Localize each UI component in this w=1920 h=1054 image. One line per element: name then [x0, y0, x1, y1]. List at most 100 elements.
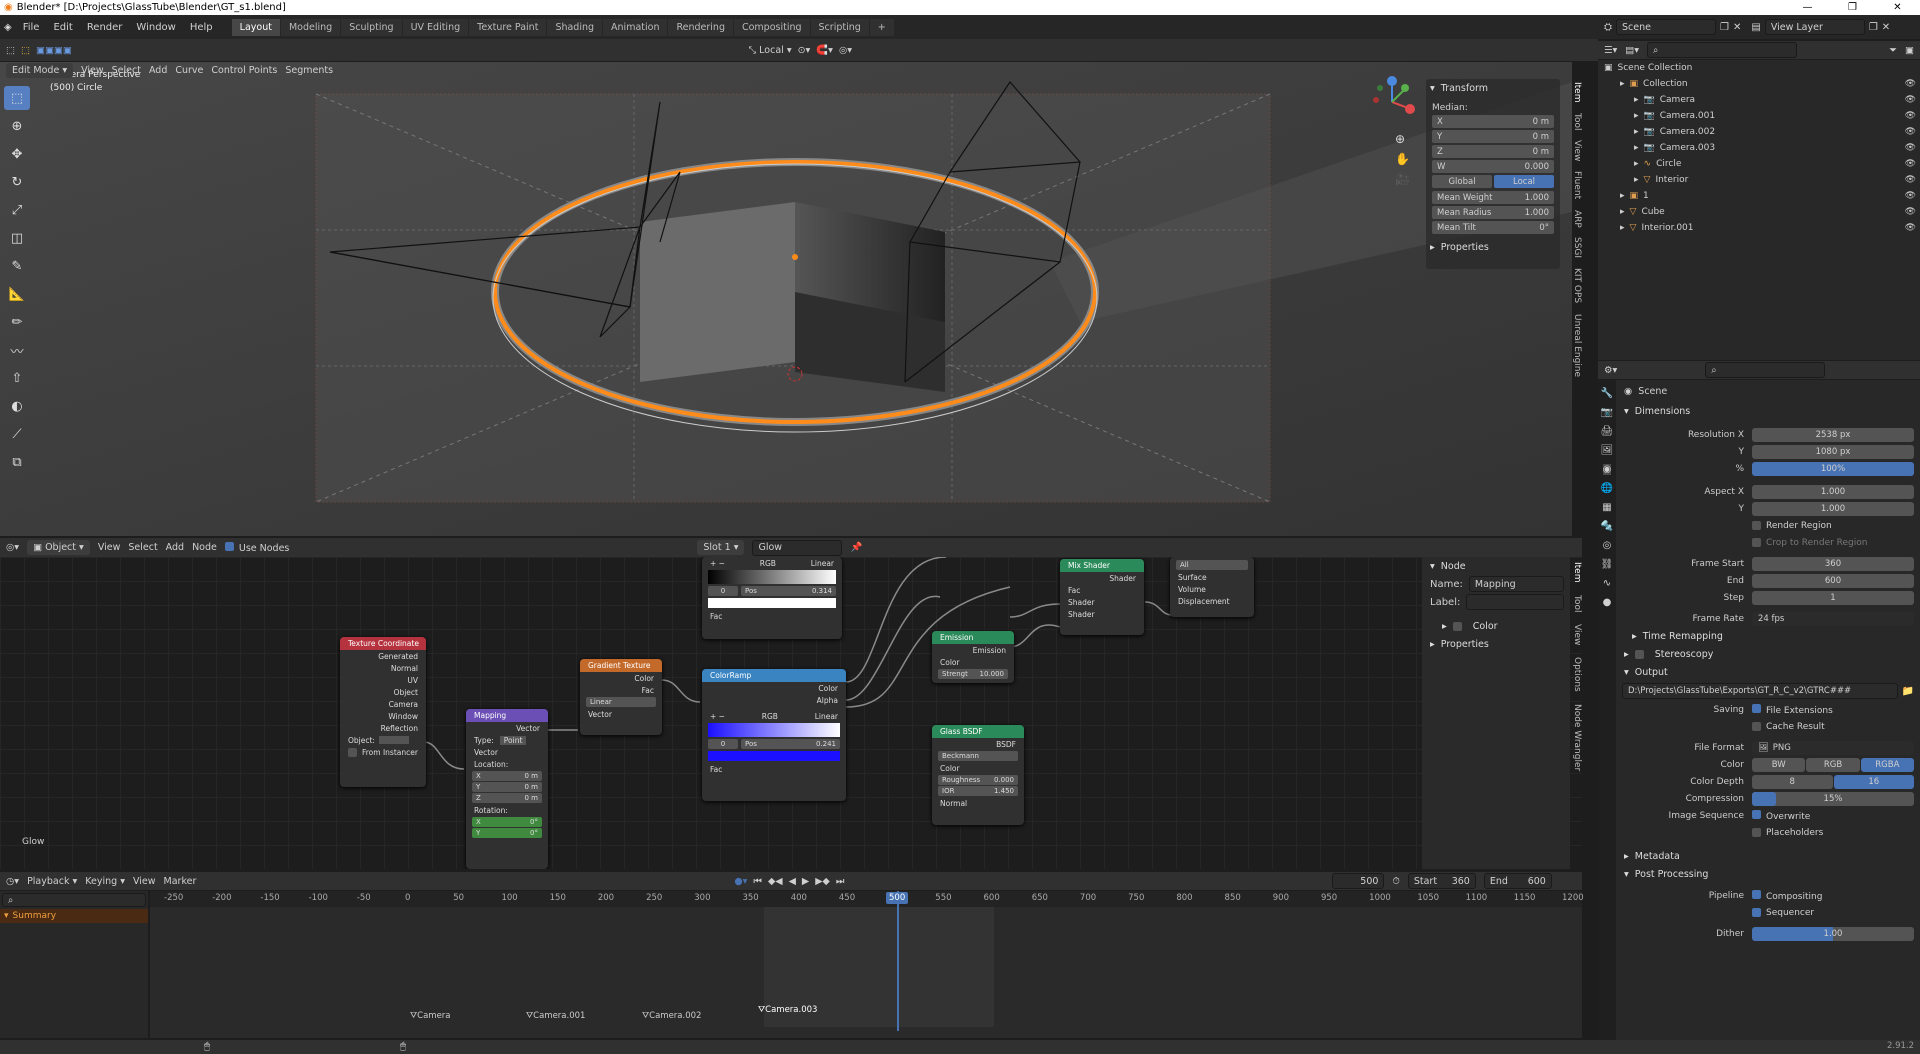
expand-arrow-icon[interactable]: ▸ — [1620, 207, 1625, 217]
jump-end-icon[interactable]: ⏭ — [836, 876, 845, 887]
expand-arrow-icon[interactable]: ▸ — [1620, 223, 1625, 233]
properties-panel-header[interactable]: ▸ Properties — [1426, 238, 1560, 256]
viewport-menu-curve[interactable]: Curve — [175, 65, 203, 76]
expand-arrow-icon[interactable]: ▸ — [1634, 95, 1639, 105]
display-mode-icon[interactable]: ▤▾ — [1625, 45, 1639, 56]
compositing-checkbox[interactable]: Compositing — [1752, 889, 1822, 902]
visibility-eye-icon[interactable]: 👁 — [1905, 127, 1916, 137]
restore-icon[interactable]: ❐ — [1830, 2, 1875, 13]
metadata-header[interactable]: ▸ Metadata — [1616, 847, 1920, 865]
cache-result-checkbox[interactable]: Cache Result — [1616, 718, 1920, 735]
socket-fac-in[interactable]: Fac — [702, 763, 846, 775]
socket-normal[interactable]: Normal — [340, 662, 426, 674]
pen-tool-icon[interactable]: 〰 — [4, 338, 30, 362]
slot-dropdown[interactable]: Slot 1 ▾ — [697, 540, 745, 555]
data-tab-icon[interactable]: ∿ — [1603, 578, 1611, 589]
socket-vector-in[interactable]: Vector — [580, 708, 662, 720]
viewport-menu-view[interactable]: View — [81, 65, 104, 76]
socket-displacement-in[interactable]: Displacement — [1170, 595, 1254, 607]
new-collection-icon[interactable]: ▣ — [1905, 45, 1914, 56]
mix-shader-node[interactable]: Mix Shader Shader Fac Shader Shader — [1060, 559, 1144, 635]
pivot-icon[interactable]: ⊙▾ — [798, 45, 811, 56]
node-label-field[interactable] — [1466, 594, 1564, 610]
node-color-toggle[interactable]: ▸ Color — [1422, 617, 1570, 635]
mapping-node[interactable]: Mapping Vector Type: Point Vector Locatio… — [466, 709, 548, 869]
placeholders-checkbox[interactable]: Placeholders — [1616, 824, 1920, 841]
modifier-tab-icon[interactable]: 🔩 — [1601, 521, 1613, 532]
rot-y-field[interactable]: Y 0° — [472, 828, 542, 838]
view-layer-selector[interactable]: View Layer — [1764, 19, 1865, 35]
select-tool-icon[interactable]: ⬚ — [4, 86, 30, 110]
socket-uv[interactable]: UV — [340, 674, 426, 686]
color-rgb-button[interactable]: RGB — [1806, 757, 1860, 772]
ramp1-interp-dropdown[interactable]: Linear — [811, 559, 834, 568]
frame-ruler[interactable]: -250 -200 -150 -100 -50 0 50 100 150 200 250 300 350… — [150, 891, 1584, 907]
gradient-texture-node[interactable]: Gradient Texture Color Fac Linear Vector — [580, 659, 662, 735]
material-tab-icon[interactable]: ● — [1603, 597, 1612, 608]
menu-window[interactable]: Window — [129, 22, 182, 33]
from-instancer-checkbox[interactable]: From Instancer — [340, 746, 426, 758]
socket-generated[interactable]: Generated — [340, 650, 426, 662]
material-output-node[interactable]: All Surface Volume Displacement — [1170, 557, 1254, 617]
tab-view[interactable]: View — [1568, 140, 1582, 161]
outliner-item[interactable]: ▸ ▣ 1 👁 — [1598, 188, 1920, 204]
ramp1-mode-dropdown[interactable]: RGB — [760, 559, 776, 568]
output-tab-icon[interactable]: 🖨 — [1601, 426, 1614, 437]
marker-camera-001[interactable]: ⛛Camera.001 — [526, 1011, 585, 1021]
scene-selector[interactable]: Scene — [1616, 19, 1716, 35]
tab-shading[interactable]: Shading — [547, 18, 603, 36]
play-icon[interactable]: ▶ — [802, 876, 809, 887]
overwrite-checkbox[interactable]: Overwrite — [1752, 809, 1810, 822]
timeline-menu-keying[interactable]: Keying ▾ — [85, 876, 125, 887]
filter-icon[interactable]: ⏷ — [1889, 45, 1897, 56]
outliner-item[interactable]: ▸ ▣ Collection 👁 — [1598, 76, 1920, 92]
roughness-field[interactable]: Roughness 0.000 — [938, 775, 1018, 785]
crop-region-checkbox[interactable]: Crop to Render Region — [1616, 534, 1920, 551]
output-path-field[interactable]: D:\Projects\GlassTube\Exports\GT_R_C_v2\… — [1622, 683, 1898, 699]
socket-shader-in-2[interactable]: Shader — [1060, 608, 1144, 620]
file-format-dropdown[interactable]: 🖼 PNG — [1752, 740, 1914, 755]
tab-unreal-engine[interactable]: Unreal Engine — [1568, 314, 1582, 377]
compression-slider[interactable]: 15% — [1752, 791, 1914, 806]
aspect-x-field[interactable]: 1.000 — [1752, 484, 1914, 499]
tab-view[interactable]: View — [1570, 624, 1582, 645]
extrude-tool-icon[interactable]: ⇧ — [4, 366, 30, 390]
visibility-eye-icon[interactable]: 👁 — [1905, 95, 1916, 105]
add-workspace-icon[interactable]: + — [869, 18, 894, 36]
socket-color-out[interactable]: Color — [702, 682, 846, 694]
color-rgba-button[interactable]: RGBA — [1860, 757, 1914, 772]
timeline-search-field[interactable]: ⌕ — [2, 893, 146, 907]
pin-icon[interactable]: 📌 — [850, 542, 862, 553]
prev-key-icon[interactable]: ◆◀ — [768, 876, 783, 887]
pan-hand-icon[interactable]: ✋ — [1395, 152, 1410, 166]
outliner-item[interactable]: ▸ 📷 Camera.003 👁 — [1598, 140, 1920, 156]
object-field[interactable]: Object: — [340, 734, 426, 746]
randomize-tool-icon[interactable]: ⧉ — [4, 450, 30, 474]
tab-scripting[interactable]: Scripting — [810, 18, 869, 36]
dither-slider[interactable]: 1.00 — [1752, 926, 1914, 941]
socket-camera[interactable]: Camera — [340, 698, 426, 710]
annotate-tool-icon[interactable]: ✎ — [4, 254, 30, 278]
add-stop-icon[interactable]: + − — [710, 559, 725, 568]
ramp1-index[interactable]: 0 — [708, 586, 738, 596]
socket-alpha-out[interactable]: Alpha — [702, 694, 846, 706]
resolution-percent-field[interactable]: 100% — [1752, 461, 1914, 476]
rot-x-field[interactable]: X 0° — [472, 817, 542, 827]
scale-tool-icon[interactable]: ⤢ — [4, 198, 30, 222]
marker-camera[interactable]: ⛛Camera — [410, 1011, 451, 1021]
gradient-type-dropdown[interactable]: Linear — [586, 697, 656, 707]
constraint-tab-icon[interactable]: ⛓ — [1601, 559, 1614, 570]
close-icon[interactable]: ✕ — [1875, 2, 1920, 13]
tab-texture-paint[interactable]: Texture Paint — [469, 18, 547, 36]
cursor-tool-icon[interactable]: ⊕ — [4, 114, 30, 138]
tab-uv-editing[interactable]: UV Editing — [402, 18, 469, 36]
proportional-edit-icon[interactable]: ◎▾ — [839, 45, 852, 56]
mean-tilt-field[interactable]: Mean Tilt 0° — [1432, 221, 1554, 234]
tab-item[interactable]: Item — [1568, 82, 1582, 103]
physics-tab-icon[interactable]: ◎ — [1603, 540, 1612, 551]
viewport-menu-select[interactable]: Select — [112, 65, 141, 76]
ramp2-color-swatch[interactable] — [708, 751, 840, 761]
node-panel-header[interactable]: ▾ Node — [1422, 557, 1570, 575]
socket-volume-in[interactable]: Volume — [1170, 583, 1254, 595]
tab-arp[interactable]: ARP — [1568, 210, 1582, 228]
